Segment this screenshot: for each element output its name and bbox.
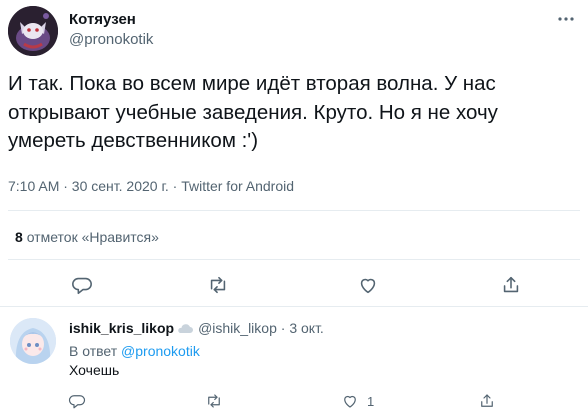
cloud-icon	[176, 321, 194, 333]
reply-icon[interactable]	[71, 274, 93, 296]
divider	[8, 259, 580, 260]
reply-to-line: В ответ @pronokotik	[69, 343, 200, 359]
like-icon[interactable]	[357, 274, 379, 296]
reply-handle[interactable]: @ishik_likop	[198, 320, 277, 336]
reply-header: ishik_kris_likop @ishik_likop · 3 окт.	[69, 320, 324, 336]
retweet-icon[interactable]	[205, 392, 223, 410]
likes-label: отметок «Нравится»	[26, 229, 159, 245]
reply-like-count: 1	[367, 394, 375, 409]
reply-avatar[interactable]	[10, 318, 56, 364]
divider	[0, 306, 588, 307]
reply-icon[interactable]	[68, 392, 86, 410]
divider	[8, 210, 580, 211]
reply-text: Хочешь	[69, 362, 120, 378]
display-name[interactable]: Котяузен	[69, 11, 136, 28]
reply-to-link[interactable]: @pronokotik	[121, 343, 200, 359]
share-icon[interactable]	[500, 274, 522, 296]
reply-date[interactable]: 3 окт.	[289, 320, 324, 336]
separator-dot: ·	[280, 320, 286, 336]
like-icon[interactable]	[341, 392, 359, 410]
reply-display-name[interactable]: ishik_kris_likop	[69, 320, 174, 336]
handle[interactable]: @pronokotik	[69, 31, 153, 48]
avatar[interactable]	[8, 6, 58, 56]
share-icon[interactable]	[478, 392, 496, 410]
likes-count: 8	[15, 229, 23, 245]
more-options-icon[interactable]	[556, 12, 576, 26]
reply-to-prefix: В ответ	[69, 343, 118, 359]
likes-summary[interactable]: 8 отметок «Нравится»	[15, 229, 159, 245]
tweet-text: И так. Пока во всем мире идёт вторая вол…	[8, 72, 498, 152]
tweet-meta[interactable]: 7:10 AM · 30 сент. 2020 г. · Twitter for…	[8, 178, 294, 194]
retweet-icon[interactable]	[207, 274, 229, 296]
